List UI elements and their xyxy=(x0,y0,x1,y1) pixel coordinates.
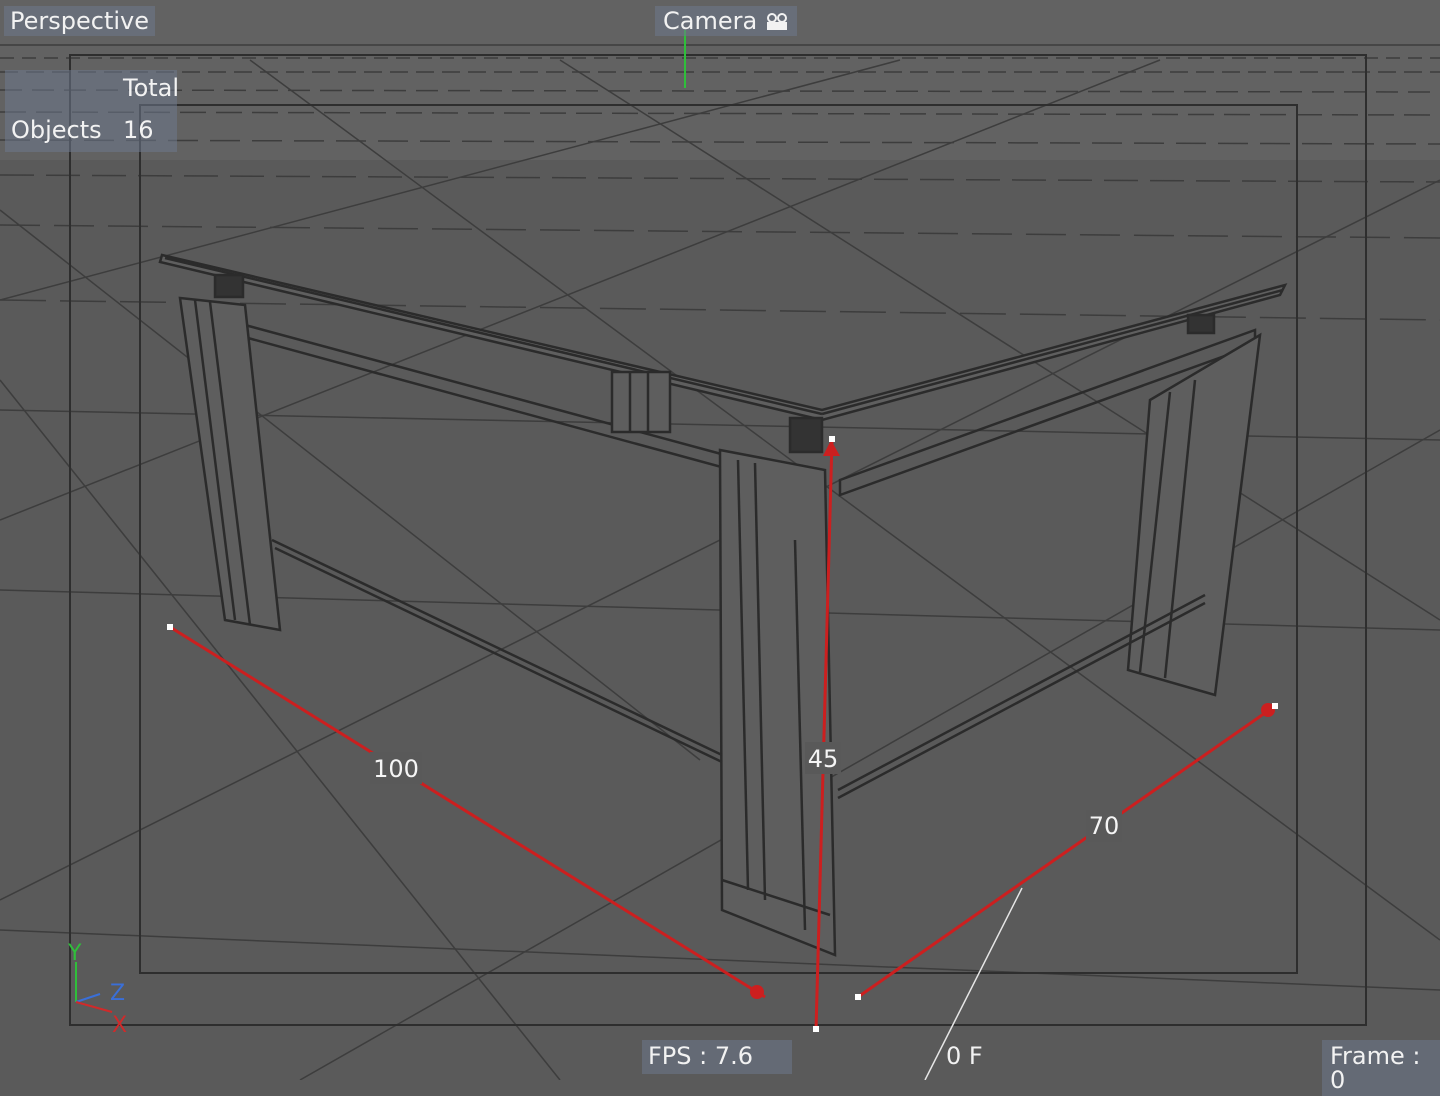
dimension-height-label: 45 xyxy=(808,745,839,773)
dimension-depth-label: 70 xyxy=(1089,812,1120,840)
stats-objects-value: 16 xyxy=(123,116,154,144)
perspective-viewport[interactable]: 100 45 70 Y Z X Perspective Camera Total… xyxy=(0,0,1440,1096)
dimension-handle[interactable] xyxy=(855,994,861,1000)
scene-stats-panel: Total Objects 16 xyxy=(5,70,180,152)
stats-objects-label: Objects xyxy=(11,116,102,144)
dimension-width[interactable]: 100 xyxy=(167,624,766,999)
dimension-handle[interactable] xyxy=(813,1026,819,1032)
leg-back xyxy=(610,370,672,434)
dimension-handle[interactable] xyxy=(829,436,835,442)
dimension-arrow xyxy=(823,440,840,456)
glass-support-front xyxy=(788,416,824,454)
viewport-canvas[interactable]: 100 45 70 Y Z X xyxy=(0,0,1440,1081)
view-name-label[interactable]: Perspective xyxy=(4,6,155,36)
shelf-right-rail xyxy=(837,593,1206,792)
camera-icon xyxy=(766,13,787,30)
frame-readout: Frame : 0 xyxy=(1322,1040,1440,1096)
dimension-handle[interactable] xyxy=(750,985,764,999)
stats-header: Total xyxy=(123,74,180,102)
leg-front xyxy=(718,448,837,957)
glass-support-left xyxy=(213,273,245,299)
axis-gizmo: Y Z X xyxy=(67,941,127,1038)
dimension-width-label: 100 xyxy=(373,755,419,783)
axis-x-label: X xyxy=(112,1013,127,1038)
glass-support-right xyxy=(1186,313,1216,335)
fps-readout: FPS : 7.6 xyxy=(642,1040,792,1074)
frame-field[interactable]: 0 F xyxy=(940,1040,989,1072)
dimension-handle[interactable] xyxy=(1272,703,1278,709)
axis-z-label: Z xyxy=(110,981,125,1006)
table-model[interactable] xyxy=(158,253,1288,957)
dimension-handle[interactable] xyxy=(167,624,173,630)
camera-label: Camera xyxy=(663,7,758,35)
axis-y-label: Y xyxy=(67,941,82,966)
camera-menu[interactable]: Camera xyxy=(655,6,797,36)
